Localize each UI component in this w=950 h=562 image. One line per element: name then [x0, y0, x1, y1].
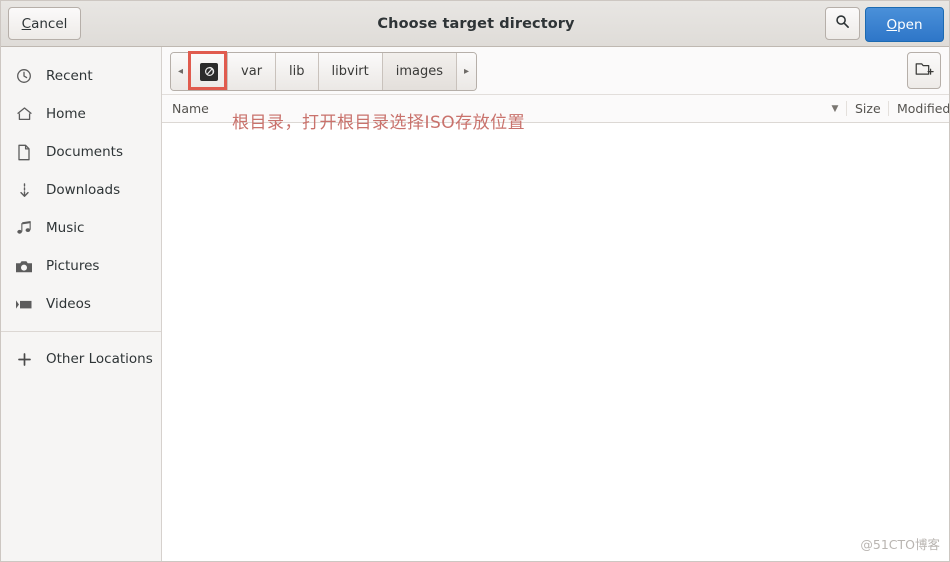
new-folder-icon — [915, 61, 934, 81]
annotation-text: 根目录，打开根目录选择ISO存放位置 — [232, 113, 526, 133]
sidebar-item-label: Music — [46, 220, 85, 236]
plus-icon — [13, 349, 35, 369]
watermark: @51CTO博客 — [860, 537, 940, 552]
breadcrumb-item-root[interactable] — [191, 53, 229, 90]
camera-icon — [13, 256, 35, 276]
page-title: Choose target directory — [377, 15, 575, 32]
breadcrumb-item-lib[interactable]: lib — [276, 53, 319, 90]
sidebar-item-label: Documents — [46, 144, 123, 160]
music-note-icon — [13, 218, 35, 238]
dialog-header-bar: Choose target directory Cancel Open — [1, 1, 949, 47]
cancel-accel-char: C — [21, 15, 32, 32]
places-sidebar: Recent Home Documents Downloads Music Pi… — [1, 47, 162, 561]
path-bar-row: ◂ var lib libvirt images ▸ — [162, 47, 949, 95]
sidebar-item-other-locations[interactable]: Other Locations — [1, 340, 161, 378]
sidebar-item-label: Videos — [46, 296, 91, 312]
column-header-modified[interactable]: Modified — [888, 101, 949, 116]
breadcrumb-prev-button[interactable]: ◂ — [171, 53, 192, 90]
sidebar-item-label: Pictures — [46, 258, 100, 274]
column-header-size[interactable]: Size — [846, 101, 888, 116]
cancel-button-label: Cancel — [22, 16, 68, 32]
breadcrumb: ◂ var lib libvirt images ▸ — [170, 52, 478, 91]
open-button-label: Open — [886, 17, 922, 33]
breadcrumb-item-libvirt[interactable]: libvirt — [318, 53, 383, 90]
sidebar-item-label: Home — [46, 106, 86, 122]
sidebar-item-label: Recent — [46, 68, 93, 84]
sidebar-item-documents[interactable]: Documents — [1, 133, 161, 171]
sidebar-item-pictures[interactable]: Pictures — [1, 247, 161, 285]
breadcrumb-item-images[interactable]: images — [382, 53, 458, 90]
chevron-right-icon: ▸ — [464, 66, 470, 77]
sidebar-item-videos[interactable]: Videos — [1, 285, 161, 323]
file-chooser-dialog: Choose target directory Cancel Open Rece… — [0, 0, 950, 562]
sort-descending-icon[interactable]: ▼ — [824, 104, 846, 114]
sidebar-item-label: Downloads — [46, 182, 121, 198]
file-list[interactable]: 根目录，打开根目录选择ISO存放位置 @51CTO博客 — [162, 113, 949, 561]
home-icon — [13, 104, 35, 124]
filesystem-root-icon — [200, 62, 219, 81]
search-icon — [835, 14, 850, 33]
sidebar-divider — [1, 331, 161, 332]
sidebar-item-music[interactable]: Music — [1, 209, 161, 247]
sidebar-item-recent[interactable]: Recent — [1, 57, 161, 95]
sidebar-item-label: Other Locations — [46, 351, 153, 367]
cancel-label-rest: ancel — [31, 15, 68, 32]
sidebar-item-home[interactable]: Home — [1, 95, 161, 133]
search-button[interactable] — [825, 7, 860, 40]
open-button[interactable]: Open — [865, 7, 944, 42]
download-icon — [13, 180, 35, 200]
open-accel-char: O — [886, 16, 898, 33]
clock-icon — [13, 66, 35, 86]
breadcrumb-next-button[interactable]: ▸ — [457, 53, 477, 90]
breadcrumb-item-var[interactable]: var — [228, 53, 277, 90]
new-folder-button[interactable] — [907, 52, 941, 89]
video-icon — [13, 294, 35, 314]
cancel-button[interactable]: Cancel — [8, 7, 81, 40]
sidebar-item-downloads[interactable]: Downloads — [1, 171, 161, 209]
document-icon — [13, 142, 35, 162]
open-label-rest: pen — [897, 16, 923, 33]
file-browser-pane: ◂ var lib libvirt images ▸ Name ▼ Size M… — [162, 47, 949, 561]
chevron-left-icon: ◂ — [178, 66, 184, 77]
